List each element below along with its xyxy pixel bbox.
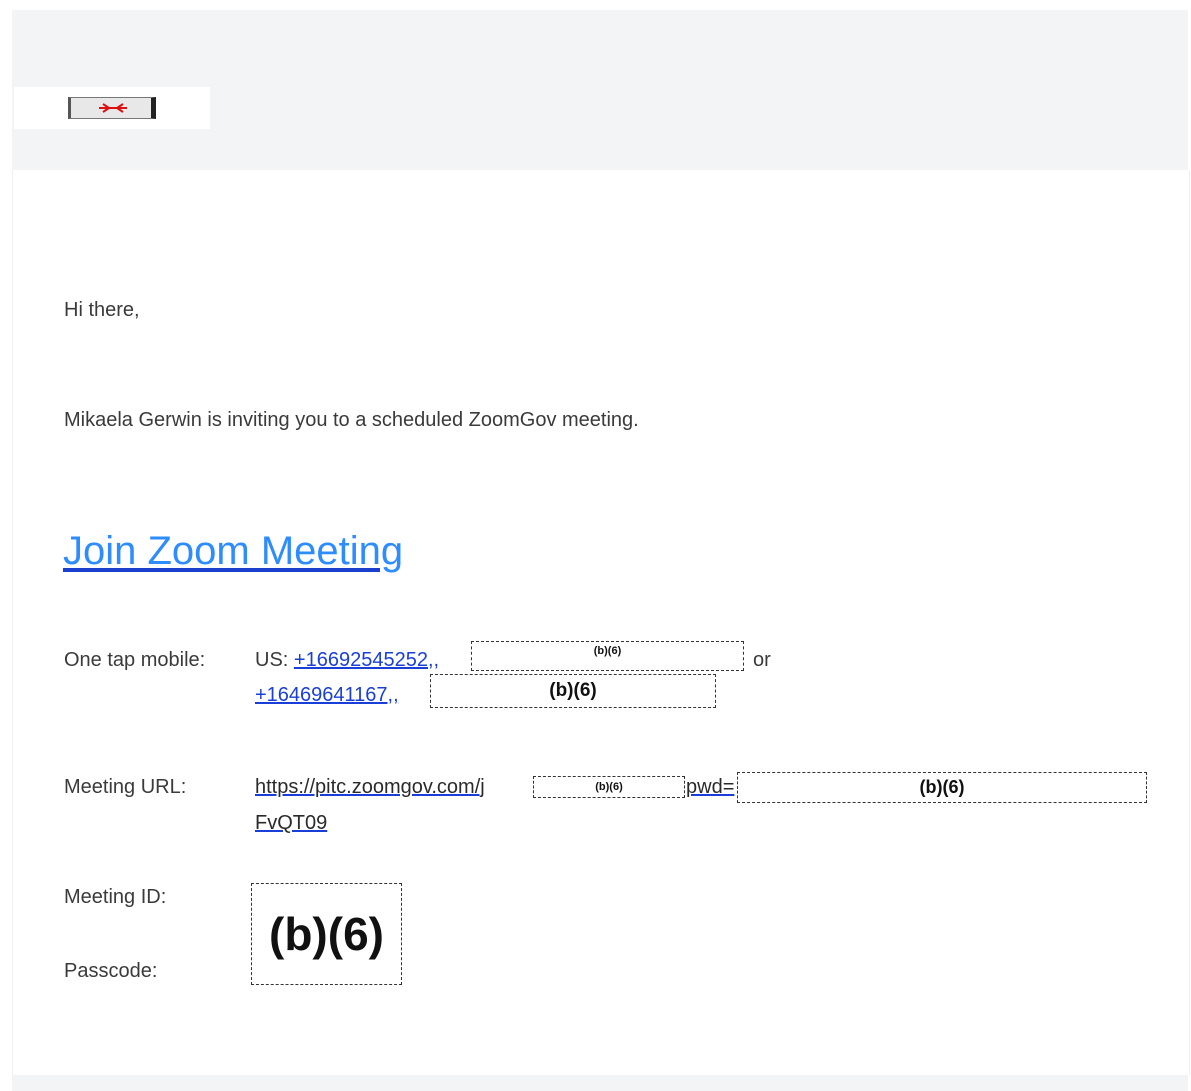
one-tap-line2: +16469641167,, bbox=[255, 683, 399, 707]
redaction-box: (b)(6) bbox=[471, 641, 744, 671]
phone-link-2[interactable]: +16469641167,, bbox=[255, 684, 399, 706]
phone-link-1[interactable]: +16692545252,, bbox=[294, 649, 439, 671]
logo-container bbox=[14, 87, 210, 129]
redaction-box: (b)(6) bbox=[737, 772, 1147, 803]
invite-text: Mikaela Gerwin is inviting you to a sche… bbox=[64, 409, 639, 431]
passcode-label: Passcode: bbox=[64, 960, 158, 982]
meeting-url-link[interactable]: https://pitc.zoomgov.com/j bbox=[255, 776, 485, 798]
join-meeting-link[interactable]: Join Zoom Meeting bbox=[63, 527, 403, 575]
meeting-url-link-end[interactable]: FvQT09 bbox=[255, 812, 327, 834]
meeting-url-line1: https://pitc.zoomgov.com/j bbox=[255, 775, 485, 799]
meeting-id-label: Meeting ID: bbox=[64, 886, 167, 908]
broken-image-icon bbox=[68, 97, 156, 119]
meeting-url-line2: FvQT09 bbox=[255, 811, 327, 835]
redaction-box: (b)(6) bbox=[430, 674, 716, 708]
one-tap-or: or bbox=[753, 649, 771, 671]
one-tap-country: US: bbox=[255, 649, 289, 671]
redaction-box: (b)(6) bbox=[251, 883, 402, 985]
email-footer bbox=[12, 1075, 1188, 1091]
email-body bbox=[12, 170, 1190, 1075]
greeting: Hi there, bbox=[64, 299, 140, 321]
one-tap-line1: US: +16692545252,, bbox=[255, 648, 439, 672]
redaction-box: (b)(6) bbox=[533, 776, 685, 798]
meeting-url-pwd-link[interactable]: pwd= bbox=[686, 776, 734, 798]
one-tap-label: One tap mobile: bbox=[64, 649, 206, 671]
meeting-url-pwd: pwd= bbox=[686, 775, 734, 799]
meeting-url-label: Meeting URL: bbox=[64, 776, 187, 798]
